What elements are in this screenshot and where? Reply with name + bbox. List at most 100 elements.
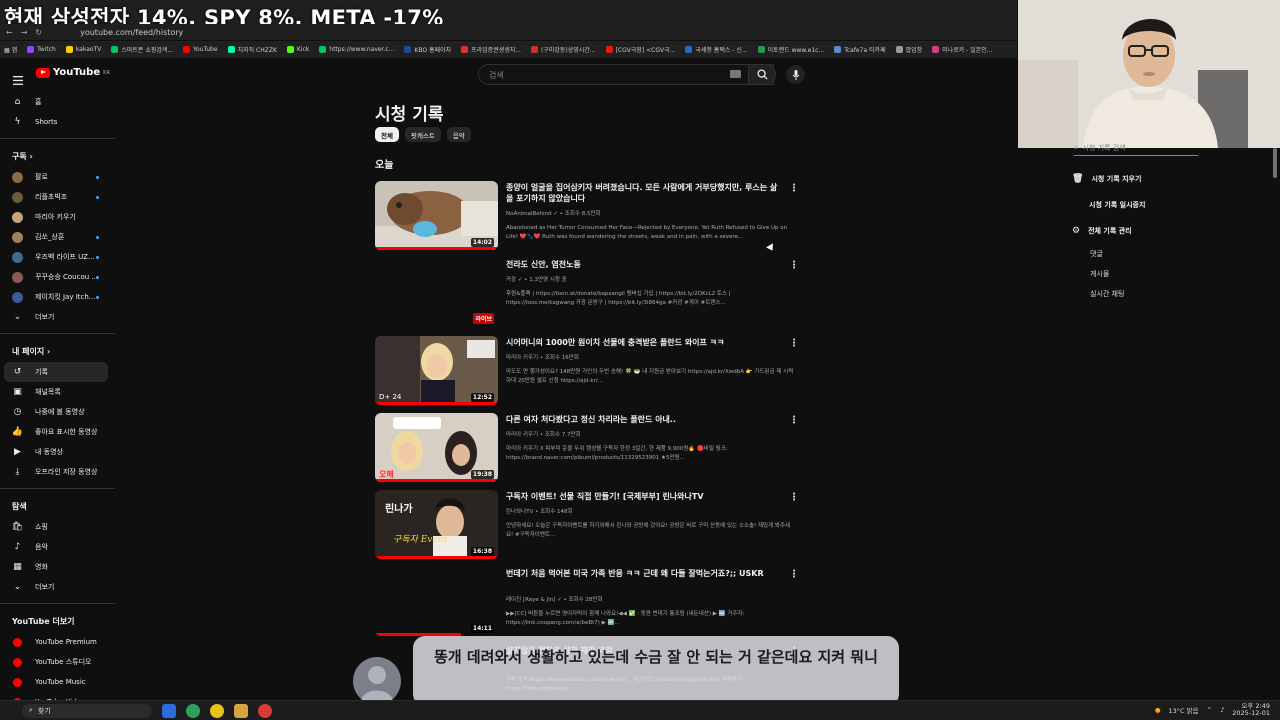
- channel-name[interactable]: 마리아 키우기: [506, 355, 538, 361]
- video-row[interactable]: D+ 24 12:52 시어머니의 1000만 원이치 선물에 충격받은 폴란드 와…: [375, 336, 805, 408]
- sidebar-item-youtube-product[interactable]: YouTube 스튜디오: [0, 652, 115, 672]
- filter-chip[interactable]: 음악: [446, 127, 471, 142]
- bookmark-item[interactable]: https://www.naver.c...: [319, 46, 394, 53]
- video-thumbnail[interactable]: 오해 19:38: [375, 413, 498, 482]
- bookmark-item[interactable]: kakaoTV: [65, 46, 101, 53]
- sidebar-more-explore[interactable]: ⌄ 더보기: [0, 577, 115, 597]
- channel-name[interactable]: 카광: [506, 277, 516, 283]
- scrollbar[interactable]: [1273, 148, 1277, 178]
- forward-icon[interactable]: →: [21, 28, 28, 37]
- history-manage-subitem[interactable]: 실시간 채팅: [1066, 284, 1216, 304]
- sidebar-item-subscription[interactable]: 김쏘_상훈: [0, 227, 115, 247]
- sidebar-item-history[interactable]: ↺ 기록: [4, 362, 108, 382]
- address-bar[interactable]: ← → ↻ youtube.com/feed/history: [0, 24, 1017, 40]
- sidebar-item-youtube-product[interactable]: YouTube Premium: [0, 632, 115, 652]
- video-row[interactable]: 린나가 구독자 Event 16:38 구독자 이벤트! 선물 직접 만들기! [국제…: [375, 490, 805, 562]
- channel-name[interactable]: 마리아 키우기: [506, 432, 538, 438]
- taskbar-search[interactable]: ⌕ 찾기: [22, 703, 152, 718]
- video-row[interactable]: 14:02 종양이 얼굴을 집어삼키자 버려졌습니다. 모든 사람에게 거부당했지…: [375, 181, 805, 253]
- clock[interactable]: 오후 2:49 2025-12-01: [1232, 703, 1270, 717]
- sidebar-item-liked[interactable]: 👍 좋아요 표시한 동영상: [0, 422, 115, 442]
- voice-search-button[interactable]: [786, 65, 805, 84]
- volume-icon[interactable]: ♪: [1220, 706, 1224, 714]
- bookmark-item[interactable]: KBO 홈페이지: [404, 45, 451, 54]
- sidebar-item-channel[interactable]: ▣ 채널목록: [0, 382, 115, 402]
- bookmark-item[interactable]: Tcafe7a 티카페: [834, 45, 886, 54]
- sidebar-item-movies[interactable]: ▦ 영화: [0, 557, 115, 577]
- bookmark-item[interactable]: 프라임증권생생지...: [461, 45, 521, 54]
- sidebar-item-home[interactable]: ⌂ 홈: [0, 92, 115, 112]
- sidebar-item-subscription[interactable]: 리플초빅조: [0, 187, 115, 207]
- sidebar-item-subscription[interactable]: 마리아 키우기: [0, 207, 115, 227]
- sidebar-item-shopping[interactable]: 🛍 쇼핑: [0, 517, 115, 537]
- bookmark-item[interactable]: (구미강동)상영시간...: [530, 45, 596, 54]
- network-icon[interactable]: ⌃: [1207, 706, 1212, 714]
- video-thumbnail[interactable]: D+ 24 12:52: [375, 336, 498, 405]
- keyboard-icon[interactable]: [730, 70, 741, 78]
- video-title[interactable]: 다른 여자 처다봤다고 정신 차리라는 폴란드 아내..: [506, 414, 781, 425]
- more-vert-icon[interactable]: ⋮: [789, 339, 799, 349]
- more-vert-icon[interactable]: ⋮: [789, 184, 799, 194]
- taskbar-app-icon[interactable]: [210, 703, 224, 718]
- history-manage-subitem[interactable]: 댓글: [1066, 244, 1216, 264]
- channel-name[interactable]: 린나와나TV: [506, 509, 533, 515]
- video-row[interactable]: 오해 19:38 다른 여자 처다봤다고 정신 차리라는 폴란드 아내.. 마리아 키…: [375, 413, 805, 485]
- video-title[interactable]: 구독자 이벤트! 선물 직접 만들기! [국제부부] 린나와나TV: [506, 491, 781, 502]
- channel-name[interactable]: 레이진 [Raye & Jin]: [506, 597, 555, 603]
- reload-icon[interactable]: ↻: [35, 28, 42, 37]
- sidebar-item-subscription[interactable]: 우즈벡 라이프 UZ...: [0, 247, 115, 267]
- video-thumbnail[interactable]: 라이브: [375, 258, 498, 327]
- video-thumbnail[interactable]: 린나가 구독자 Event 16:38: [375, 490, 498, 559]
- video-title[interactable]: 시어머니의 1000만 원이치 선물에 충격받은 폴란드 와이프 ㅋㅋ: [506, 337, 781, 348]
- video-title[interactable]: 전라도 신안, 염전노동: [506, 259, 781, 270]
- sidebar-item-subscription[interactable]: 꾸꾸승승 Coucou ...: [0, 267, 115, 287]
- bookmark-item[interactable]: 이토랜드 www.e1c...: [757, 45, 824, 54]
- filter-chip[interactable]: 전체: [375, 127, 399, 142]
- sidebar-more-subscriptions[interactable]: ⌄ 더보기: [0, 307, 115, 327]
- video-title[interactable]: 번데기 처음 먹어본 미국 가족 반응 ㅋㅋ 근데 왜 다들 잘먹는거죠?;; …: [506, 568, 781, 579]
- youtube-logo[interactable]: YouTube KR: [36, 67, 110, 78]
- more-vert-icon[interactable]: ⋮: [789, 261, 799, 271]
- more-vert-icon[interactable]: ⋮: [789, 493, 799, 503]
- video-row[interactable]: 14:11 번데기 처음 먹어본 미국 가족 반응 ㅋㅋ 근데 왜 다들 잘먹는거…: [375, 567, 805, 639]
- channel-name[interactable]: NoAnimalBehind: [506, 211, 552, 217]
- more-vert-icon[interactable]: ⋮: [789, 416, 799, 426]
- history-manage-subitem[interactable]: 게시물: [1066, 264, 1216, 284]
- url-text[interactable]: youtube.com/feed/history: [80, 28, 183, 37]
- bookmark-item[interactable]: Twitch: [27, 46, 56, 53]
- taskbar-app-icon[interactable]: [162, 703, 176, 718]
- video-title[interactable]: 종양이 얼굴을 집어삼키자 버려졌습니다. 모든 사람에게 거부당했지만, 루스…: [506, 182, 781, 204]
- folder-icon[interactable]: [234, 703, 248, 718]
- bookmark-item[interactable]: 스마트폰 쇼핑검색...: [111, 45, 173, 54]
- sidebar-item-music[interactable]: ♪ 음악: [0, 537, 115, 557]
- bookmark-item[interactable]: 국세청 홈택스 - 신...: [685, 45, 748, 54]
- video-row[interactable]: 라이브 전라도 신안, 염전노동 카광 ✓ • 1.3만명 시청 중 후원&플렉 | …: [375, 258, 805, 330]
- more-vert-icon[interactable]: ⋮: [789, 570, 799, 580]
- back-icon[interactable]: ←: [6, 28, 13, 37]
- chrome-icon[interactable]: [186, 703, 200, 718]
- sidebar-item-subscription[interactable]: 제이치킷 Jay Itch...: [0, 287, 115, 307]
- sidebar-item-subscription[interactable]: 팔로: [0, 167, 115, 187]
- history-search-input[interactable]: ⌕ 시청 기록 검색: [1074, 140, 1198, 156]
- sidebar-header-mypage[interactable]: 내 페이지 ›: [0, 340, 115, 362]
- video-thumbnail[interactable]: 14:11: [375, 567, 498, 636]
- manage-history-button[interactable]: ⚙ 전체 기록 관리: [1066, 218, 1216, 244]
- bookmark-item[interactable]: 미나로카 - 일본인...: [932, 45, 993, 54]
- sidebar-item-downloads[interactable]: ⤓ 오프라인 저장 동영상: [0, 462, 115, 482]
- pause-history-button[interactable]: 시청 기록 일시중지: [1066, 192, 1216, 218]
- bookmark-item[interactable]: YouTube: [183, 46, 218, 53]
- taskbar-app-icon[interactable]: [258, 703, 272, 718]
- bookmark-item[interactable]: 팝업창: [895, 45, 922, 54]
- video-thumbnail[interactable]: 14:02: [375, 181, 498, 250]
- filter-chip[interactable]: 팟캐스트: [404, 127, 441, 142]
- clear-history-button[interactable]: 🗑 시청 기록 지우기: [1066, 166, 1216, 192]
- bookmark-item[interactable]: Kick: [286, 46, 309, 53]
- sidebar-item-my-videos[interactable]: ▶ 내 동영상: [0, 442, 115, 462]
- sidebar-item-youtube-product[interactable]: YouTube Music: [0, 672, 115, 692]
- bookmark-item[interactable]: 치지직 CHZZK: [227, 45, 277, 54]
- sidebar-header-subscriptions[interactable]: 구독 ›: [0, 145, 115, 167]
- search-button[interactable]: [748, 64, 776, 85]
- sidebar-item-shorts[interactable]: ϟ Shorts: [0, 112, 115, 132]
- apps-icon[interactable]: ▦ 앱: [4, 45, 17, 54]
- sidebar-item-watch-later[interactable]: ◷ 나중에 볼 동영상: [0, 402, 115, 422]
